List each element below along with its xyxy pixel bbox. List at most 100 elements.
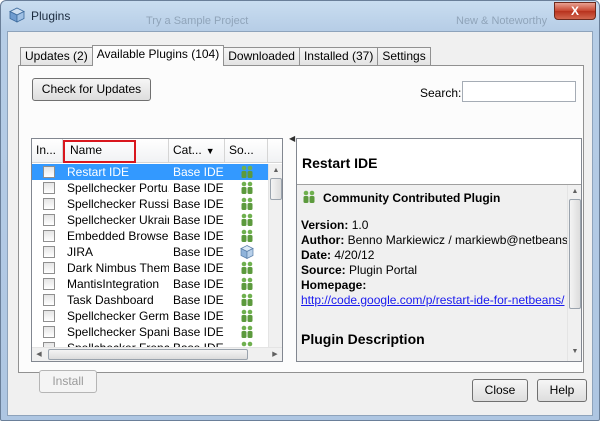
- source-value: Plugin Portal: [349, 263, 418, 277]
- plugin-name-cell: JIRA: [67, 245, 94, 259]
- version-line: Version: 1.0: [301, 218, 368, 232]
- plugins-table: In... Name Cat... ▼ So... Restart IDE Base…: [31, 138, 283, 362]
- author-label: Author:: [301, 233, 345, 247]
- community-icon: [239, 197, 255, 211]
- install-checkbox[interactable]: [43, 294, 55, 306]
- name-column-highlight: [63, 140, 136, 163]
- community-icon: [239, 309, 255, 323]
- install-checkbox[interactable]: [43, 246, 55, 258]
- author-line: Author: Benno Markiewicz / markiewb@netb…: [301, 233, 581, 247]
- tab-strip: Updates (2) Available Plugins (104) Down…: [20, 45, 431, 66]
- table-row[interactable]: MantisIntegration Base IDE: [32, 276, 268, 292]
- window-close-button[interactable]: X: [554, 2, 596, 20]
- tab-updates[interactable]: Updates (2): [20, 47, 93, 66]
- community-icon: [239, 165, 255, 179]
- scroll-thumb[interactable]: [569, 199, 581, 309]
- table-row[interactable]: Task Dashboard Base IDE: [32, 292, 268, 308]
- search-input[interactable]: [462, 81, 576, 102]
- plugin-name-cell: Spellchecker Ukrain...: [67, 213, 169, 227]
- plugin-details-pane: Restart IDE Community Contributed Plugin…: [296, 138, 582, 362]
- install-checkbox[interactable]: [43, 278, 55, 290]
- plugin-category-cell: Base IDE: [173, 309, 224, 323]
- plugin-category-cell: Base IDE: [173, 245, 224, 259]
- plugin-category-cell: Base IDE: [173, 229, 224, 243]
- check-for-updates-button[interactable]: Check for Updates: [32, 78, 151, 101]
- install-checkbox[interactable]: [43, 214, 55, 226]
- title-bar[interactable]: Plugins Try a Sample Project New & Notew…: [1, 1, 599, 31]
- plugin-category-cell: Base IDE: [173, 181, 224, 195]
- splitter-handle[interactable]: [289, 144, 293, 354]
- scroll-up-icon[interactable]: ▲: [568, 185, 581, 199]
- plugin-category-cell: Base IDE: [173, 277, 224, 291]
- column-header-category-label: Cat...: [173, 143, 202, 157]
- tab-available-plugins[interactable]: Available Plugins (104): [91, 45, 225, 66]
- splitter-collapse-icon[interactable]: ◀: [289, 134, 295, 143]
- scroll-up-icon[interactable]: ▲: [269, 164, 282, 178]
- install-checkbox[interactable]: [43, 262, 55, 274]
- table-row[interactable]: Spellchecker Germ... Base IDE: [32, 308, 268, 324]
- plugin-name-cell: Restart IDE: [67, 165, 130, 179]
- table-row[interactable]: Spellchecker Ukrain... Base IDE: [32, 212, 268, 228]
- community-icon: [239, 261, 255, 275]
- background-window-text: Try a Sample Project: [146, 15, 249, 27]
- source-line: Source: Plugin Portal: [301, 263, 417, 277]
- date-label: Date:: [301, 248, 332, 262]
- table-row[interactable]: Dark Nimbus Theme Base IDE: [32, 260, 268, 276]
- table-row[interactable]: Spellchecker Spani... Base IDE: [32, 324, 268, 340]
- column-header-source[interactable]: So...: [225, 139, 268, 162]
- table-row[interactable]: JIRA Base IDE: [32, 244, 268, 260]
- scroll-down-icon[interactable]: ▼: [568, 345, 581, 359]
- date-line: Date: 4/20/12: [301, 248, 374, 262]
- plugin-name-cell: Spellchecker Portu...: [67, 181, 169, 195]
- table-row[interactable]: Spellchecker Portu... Base IDE: [32, 180, 268, 196]
- table-body: Restart IDE Base IDE Spellchecker Portu...…: [32, 164, 268, 361]
- search-label: Search:: [420, 86, 462, 100]
- column-header-category[interactable]: Cat... ▼: [169, 139, 225, 162]
- plugin-name-cell: Task Dashboard: [67, 293, 154, 307]
- community-icon: [239, 325, 255, 339]
- scroll-left-icon[interactable]: ◀: [32, 348, 46, 361]
- scroll-thumb[interactable]: [48, 349, 248, 360]
- plugin-name-cell: Dark Nimbus Theme: [67, 261, 169, 275]
- tab-settings[interactable]: Settings: [377, 47, 431, 66]
- homepage-label: Homepage:: [301, 278, 367, 292]
- details-vertical-scrollbar[interactable]: ▲ ▼: [567, 185, 581, 361]
- plugin-name-cell: Spellchecker Spani...: [67, 325, 169, 339]
- window-title: Plugins: [31, 9, 71, 23]
- table-row[interactable]: Restart IDE Base IDE: [32, 164, 268, 180]
- install-button[interactable]: Install: [39, 370, 97, 393]
- plugin-category-cell: Base IDE: [173, 325, 224, 339]
- table-row[interactable]: Embedded Browser... Base IDE: [32, 228, 268, 244]
- community-icon: [239, 229, 255, 243]
- plugin-category-cell: Base IDE: [173, 165, 224, 179]
- scroll-right-icon[interactable]: ▶: [268, 348, 282, 361]
- netbeans-cube-icon: [9, 7, 25, 23]
- install-checkbox[interactable]: [43, 326, 55, 338]
- community-icon: [239, 293, 255, 307]
- homepage-link[interactable]: http://code.google.com/p/restart-ide-for…: [301, 293, 564, 307]
- source-label: Source:: [301, 263, 346, 277]
- details-title: Restart IDE: [302, 155, 378, 171]
- plugin-category-cell: Base IDE: [173, 197, 224, 211]
- install-checkbox[interactable]: [43, 166, 55, 178]
- install-checkbox[interactable]: [43, 182, 55, 194]
- install-checkbox[interactable]: [43, 310, 55, 322]
- tab-installed[interactable]: Installed (37): [298, 47, 379, 66]
- column-header-install[interactable]: In...: [32, 139, 63, 162]
- scroll-thumb[interactable]: [270, 178, 282, 200]
- plugin-category-cell: Base IDE: [173, 213, 224, 227]
- tab-downloaded[interactable]: Downloaded: [223, 47, 300, 66]
- help-button[interactable]: Help: [537, 379, 587, 402]
- table-vertical-scrollbar[interactable]: ▲ ▼: [268, 164, 282, 361]
- close-button[interactable]: Close: [472, 379, 528, 402]
- community-icon: [239, 181, 255, 195]
- table-horizontal-scrollbar[interactable]: ◀ ▶: [32, 347, 282, 361]
- install-checkbox[interactable]: [43, 230, 55, 242]
- install-checkbox[interactable]: [43, 198, 55, 210]
- plugin-category-cell: Base IDE: [173, 293, 224, 307]
- community-contributed-label: Community Contributed Plugin: [323, 191, 501, 205]
- table-header: In... Name Cat... ▼ So...: [32, 139, 282, 163]
- version-value: 1.0: [351, 218, 369, 232]
- community-icon: [239, 277, 255, 291]
- table-row[interactable]: Spellchecker Russi... Base IDE: [32, 196, 268, 212]
